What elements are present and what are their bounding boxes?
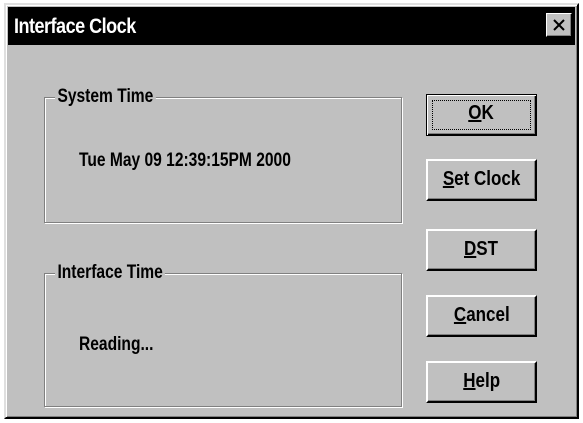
interface-time-value: Reading... [79,334,154,355]
system-time-group: System Time Tue May 09 12:39:15PM 2000 [44,86,402,223]
title-bar[interactable]: Interface Clock [8,7,575,45]
system-time-legend: System Time [55,86,156,108]
dst-button[interactable]: DST [426,229,537,271]
set-clock-mnemonic: S [442,168,455,190]
close-button[interactable] [546,13,572,37]
ok-mnemonic: O [468,102,482,124]
help-button[interactable]: Help [426,361,537,403]
help-label-rest: elp [475,370,500,392]
interface-time-legend: Interface Time [55,262,166,284]
cancel-label-rest: ancel [465,304,510,326]
set-clock-label-rest: et Clock [454,168,521,190]
close-icon [553,19,565,31]
interface-clock-dialog: Interface Clock System Time Tue May 09 1… [4,3,579,419]
set-clock-button[interactable]: Set Clock [426,159,537,201]
ok-label-rest: K [481,102,495,124]
help-mnemonic: H [463,370,476,392]
system-time-value: Tue May 09 12:39:15PM 2000 [79,150,291,171]
ok-button[interactable]: OK [426,94,537,136]
interface-time-group: Interface Time Reading... [44,262,402,407]
cancel-button[interactable]: Cancel [426,295,537,337]
cancel-mnemonic: C [453,304,466,326]
dst-label-rest: ST [476,238,499,260]
window-title: Interface Clock [14,15,136,38]
